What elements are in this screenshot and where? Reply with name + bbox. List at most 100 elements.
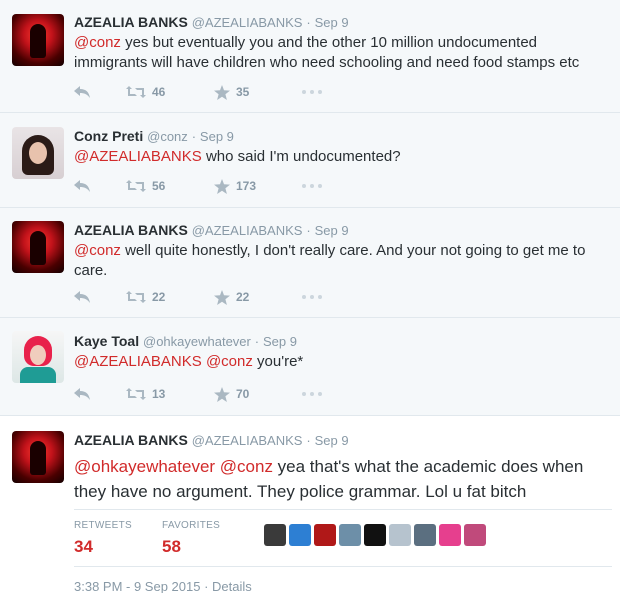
star-icon: [214, 386, 230, 402]
tweet-header: Conz Preti @conz · Sep 9: [74, 127, 612, 146]
star-icon: [214, 84, 230, 100]
favorite-button[interactable]: 35: [214, 84, 302, 100]
more-button[interactable]: [302, 295, 332, 299]
username[interactable]: @conz: [147, 129, 188, 144]
star-icon: [214, 289, 230, 305]
fullname[interactable]: Kaye Toal: [74, 333, 139, 349]
favorite-count: 35: [236, 85, 250, 99]
separator: ·: [191, 129, 197, 144]
timestamp[interactable]: Sep 9: [263, 334, 297, 349]
retweets-count: 34: [74, 537, 93, 556]
retweet-icon: [126, 291, 146, 303]
favorite-count: 173: [236, 179, 257, 193]
retweet-count: 56: [152, 179, 166, 193]
reply-icon: [74, 180, 90, 192]
tweet-text: @conz yes but eventually you and the oth…: [74, 33, 612, 73]
tweet-text: @AZEALIABANKS @conz you're*: [74, 352, 612, 372]
tweet-feed: AZEALIA BANKS @AZEALIABANKS · Sep 9 @con…: [0, 0, 620, 593]
favorite-button[interactable]: 22: [214, 289, 302, 305]
retweet-icon: [126, 180, 146, 192]
timestamp[interactable]: Sep 9: [200, 129, 234, 144]
username[interactable]: @AZEALIABANKS: [192, 15, 303, 30]
avatar[interactable]: [12, 431, 64, 483]
tweet-actions: 56 173: [74, 176, 332, 196]
favorites-label: FAVORITES: [162, 520, 221, 531]
favoriter-avatar[interactable]: [389, 524, 411, 546]
avatar[interactable]: [12, 221, 64, 273]
tweet[interactable]: Kaye Toal @ohkayewhatever · Sep 9 @AZEAL…: [0, 318, 620, 416]
retweet-icon: [126, 388, 146, 400]
mention-link[interactable]: @conz: [74, 242, 121, 259]
timestamp[interactable]: Sep 9: [315, 15, 349, 30]
tweet-header: AZEALIA BANKS @AZEALIABANKS · Sep 9: [74, 431, 612, 450]
tweet[interactable]: AZEALIA BANKS @AZEALIABANKS · Sep 9 @con…: [0, 0, 620, 113]
retweets-label: RETWEETS: [74, 520, 132, 531]
timestamp[interactable]: Sep 9: [315, 433, 349, 448]
favorites-count: 58: [162, 537, 181, 556]
favoriter-avatar[interactable]: [414, 524, 436, 546]
more-button[interactable]: [302, 392, 332, 396]
more-icon: [302, 184, 322, 188]
mention-link[interactable]: @AZEALIABANKS: [74, 148, 202, 165]
username[interactable]: @AZEALIABANKS: [192, 433, 303, 448]
tweet-text: @conz well quite honestly, I don't reall…: [74, 241, 612, 281]
tweet[interactable]: AZEALIA BANKS @AZEALIABANKS · Sep 9 @con…: [0, 208, 620, 318]
favorite-button[interactable]: 70: [214, 386, 302, 402]
favoriter-avatar[interactable]: [339, 524, 361, 546]
favoriter-avatar[interactable]: [289, 524, 311, 546]
retweet-count: 46: [152, 85, 166, 99]
mention-link[interactable]: @conz: [74, 34, 121, 51]
tweet-body: well quite honestly, I don't really care…: [74, 242, 586, 279]
favoriter-avatar[interactable]: [464, 524, 486, 546]
reply-button[interactable]: [74, 86, 126, 98]
avatar[interactable]: [12, 127, 64, 179]
separator: ·: [306, 433, 311, 448]
mention-link[interactable]: @AZEALIABANKS @conz: [74, 353, 253, 370]
more-icon: [302, 295, 322, 299]
username[interactable]: @ohkayewhatever: [143, 334, 251, 349]
favoriter-avatars: [264, 524, 489, 546]
retweet-button[interactable]: 13: [126, 387, 214, 401]
favorite-button[interactable]: 173: [214, 178, 302, 194]
more-icon: [302, 90, 322, 94]
favoriter-avatar[interactable]: [314, 524, 336, 546]
fullname[interactable]: Conz Preti: [74, 128, 143, 144]
tweet-actions: 22 22: [74, 287, 332, 307]
fullname[interactable]: AZEALIA BANKS: [74, 432, 188, 448]
favorites-stat[interactable]: FAVORITES 58: [162, 520, 220, 557]
retweets-stat[interactable]: RETWEETS 34: [74, 520, 132, 557]
reply-button[interactable]: [74, 388, 126, 400]
fullname[interactable]: AZEALIA BANKS: [74, 14, 188, 30]
retweet-button[interactable]: 46: [126, 85, 214, 99]
fullname[interactable]: AZEALIA BANKS: [74, 222, 188, 238]
retweet-icon: [126, 86, 146, 98]
tweet-timestamp-details[interactable]: 3:38 PM - 9 Sep 2015 · Details: [74, 579, 252, 593]
tweet-header: AZEALIA BANKS @AZEALIABANKS · Sep 9: [74, 13, 612, 32]
tweet-header: AZEALIA BANKS @AZEALIABANKS · Sep 9: [74, 221, 612, 240]
more-button[interactable]: [302, 184, 332, 188]
more-icon: [302, 392, 322, 396]
favoriter-avatar[interactable]: [439, 524, 461, 546]
timestamp[interactable]: Sep 9: [315, 223, 349, 238]
username[interactable]: @AZEALIABANKS: [192, 223, 303, 238]
reply-icon: [74, 86, 90, 98]
retweet-button[interactable]: 56: [126, 179, 214, 193]
reply-button[interactable]: [74, 180, 126, 192]
separator: ·: [306, 223, 311, 238]
mention-link[interactable]: @ohkayewhatever @conz: [74, 457, 273, 476]
separator: ·: [254, 334, 260, 349]
avatar[interactable]: [12, 14, 64, 66]
tweet-body: yes but eventually you and the other 10 …: [74, 34, 580, 71]
more-button[interactable]: [302, 90, 332, 94]
reply-button[interactable]: [74, 291, 126, 303]
tweet-stats: RETWEETS 34 FAVORITES 58: [74, 509, 612, 567]
star-icon: [214, 178, 230, 194]
favoriter-avatar[interactable]: [364, 524, 386, 546]
favorite-count: 22: [236, 290, 250, 304]
tweet[interactable]: Conz Preti @conz · Sep 9 @AZEALIABANKS w…: [0, 113, 620, 208]
retweet-button[interactable]: 22: [126, 290, 214, 304]
tweet-header: Kaye Toal @ohkayewhatever · Sep 9: [74, 332, 612, 351]
avatar[interactable]: [12, 331, 64, 383]
main-tweet[interactable]: AZEALIA BANKS @AZEALIABANKS · Sep 9 @ohk…: [0, 416, 620, 593]
favoriter-avatar[interactable]: [264, 524, 286, 546]
